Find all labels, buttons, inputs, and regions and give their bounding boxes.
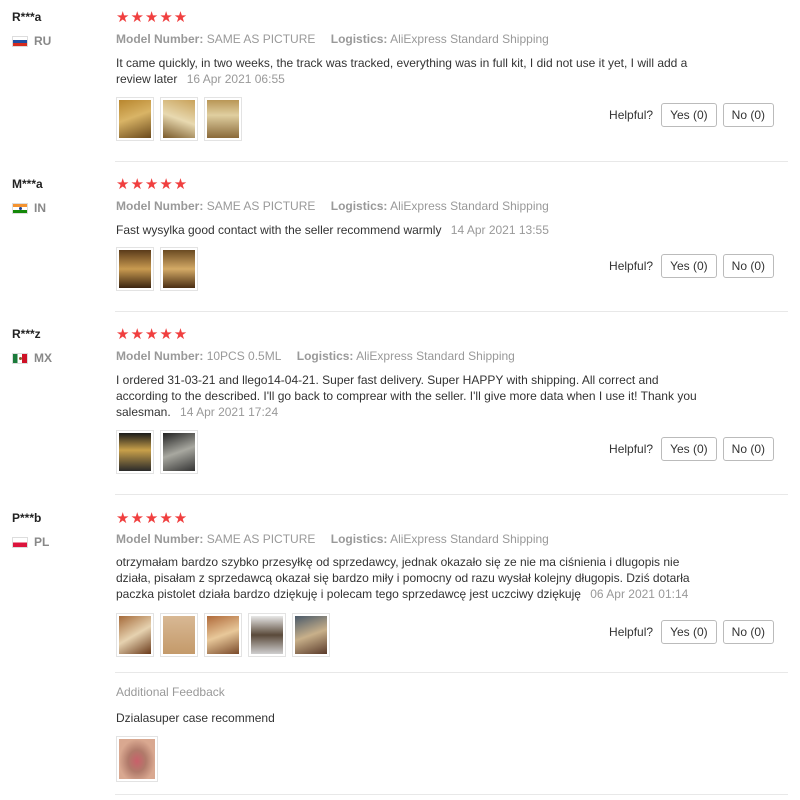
- logistics-label: Logistics:: [296, 349, 354, 363]
- helpful-label: Helpful?: [609, 108, 654, 122]
- model-number-label: Model Number:: [116, 199, 204, 213]
- review-date: 06 Apr 2021 01:14: [590, 587, 689, 601]
- helpful-no-button[interactable]: No (0): [722, 620, 774, 644]
- helpful-votes: Helpful? Yes (0) No (0): [609, 103, 774, 127]
- helpful-no-button[interactable]: No (0): [722, 103, 774, 127]
- review-photo[interactable]: [160, 247, 198, 291]
- logistics-label: Logistics:: [330, 32, 388, 46]
- review-photo[interactable]: [160, 97, 198, 141]
- india-flag-icon: [12, 202, 28, 214]
- reviewer-name: R***a: [12, 10, 42, 24]
- model-number-value: SAME AS PICTURE: [206, 199, 316, 213]
- reviewer-name: R***z: [12, 327, 41, 341]
- country-code: PL: [34, 535, 50, 549]
- reviewer-country: RU: [12, 34, 51, 48]
- model-number-value: SAME AS PICTURE: [206, 532, 316, 546]
- helpful-label: Helpful?: [609, 259, 654, 273]
- review-meta: Model Number: SAME AS PICTURE Logistics:…: [116, 199, 549, 213]
- review-photos: [116, 430, 198, 474]
- helpful-no-button[interactable]: No (0): [722, 254, 774, 278]
- rating-stars: ★★★★★: [116, 510, 189, 527]
- logistics-value: AliExpress Standard Shipping: [390, 199, 549, 213]
- rating-stars: ★★★★★: [116, 326, 189, 343]
- additional-feedback-title: Additional Feedback: [116, 685, 225, 699]
- additional-feedback-text: Dzialasuper case recommend: [116, 711, 275, 725]
- helpful-yes-button[interactable]: Yes (0): [661, 254, 717, 278]
- model-number-value: SAME AS PICTURE: [206, 32, 316, 46]
- logistics-value: AliExpress Standard Shipping: [390, 532, 549, 546]
- reviewer-country: IN: [12, 201, 46, 215]
- mexico-flag-icon: [12, 352, 28, 364]
- divider: [115, 494, 788, 495]
- review-photo[interactable]: [248, 613, 286, 657]
- helpful-votes: Helpful? Yes (0) No (0): [609, 254, 774, 278]
- review-date: 14 Apr 2021 13:55: [450, 223, 549, 237]
- helpful-votes: Helpful? Yes (0) No (0): [609, 620, 774, 644]
- review-photos: [116, 247, 198, 291]
- country-code: IN: [34, 201, 46, 215]
- country-code: MX: [34, 351, 52, 365]
- review-photo[interactable]: [292, 613, 330, 657]
- helpful-label: Helpful?: [609, 625, 654, 639]
- review-text: otrzymałam bardzo szybko przesyłkę od sp…: [116, 554, 706, 602]
- helpful-yes-button[interactable]: Yes (0): [661, 437, 717, 461]
- review-meta: Model Number: SAME AS PICTURE Logistics:…: [116, 532, 549, 546]
- review-meta: Model Number: 10PCS 0.5ML Logistics: Ali…: [116, 349, 515, 363]
- reviewer-country: PL: [12, 535, 49, 549]
- russia-flag-icon: [12, 35, 28, 47]
- helpful-yes-button[interactable]: Yes (0): [661, 103, 717, 127]
- review-meta: Model Number: SAME AS PICTURE Logistics:…: [116, 32, 549, 46]
- helpful-label: Helpful?: [609, 442, 654, 456]
- country-code: RU: [34, 34, 52, 48]
- model-number-label: Model Number:: [116, 532, 204, 546]
- review-photo[interactable]: [116, 97, 154, 141]
- reviewer-name: M***a: [12, 177, 43, 191]
- divider: [115, 672, 788, 673]
- poland-flag-icon: [12, 536, 28, 548]
- rating-stars: ★★★★★: [116, 9, 189, 26]
- divider: [115, 311, 788, 312]
- review-date: 14 Apr 2021 17:24: [180, 405, 279, 419]
- review-photo[interactable]: [116, 613, 154, 657]
- helpful-no-button[interactable]: No (0): [722, 437, 774, 461]
- divider: [115, 161, 788, 162]
- logistics-label: Logistics:: [330, 532, 388, 546]
- review-date: 16 Apr 2021 06:55: [186, 72, 285, 86]
- model-number-value: 10PCS 0.5ML: [206, 349, 282, 363]
- review-photo[interactable]: [116, 736, 158, 782]
- review-photo[interactable]: [160, 613, 198, 657]
- review-text: I ordered 31-03-21 and llego14-04-21. Su…: [116, 372, 706, 420]
- rating-stars: ★★★★★: [116, 176, 189, 193]
- review-text: It came quickly, in two weeks, the track…: [116, 55, 706, 87]
- review-photos: [116, 97, 242, 141]
- logistics-value: AliExpress Standard Shipping: [356, 349, 515, 363]
- logistics-value: AliExpress Standard Shipping: [390, 32, 549, 46]
- helpful-votes: Helpful? Yes (0) No (0): [609, 437, 774, 461]
- review-photo[interactable]: [160, 430, 198, 474]
- review-photo[interactable]: [204, 613, 242, 657]
- divider: [115, 794, 788, 795]
- helpful-yes-button[interactable]: Yes (0): [661, 620, 717, 644]
- model-number-label: Model Number:: [116, 32, 204, 46]
- logistics-label: Logistics:: [330, 199, 388, 213]
- reviewer-country: MX: [12, 351, 52, 365]
- model-number-label: Model Number:: [116, 349, 204, 363]
- review-photo[interactable]: [204, 97, 242, 141]
- additional-feedback-photos: [116, 736, 158, 782]
- review-text: Fast wysylka good contact with the selle…: [116, 222, 706, 238]
- reviewer-name: P***b: [12, 511, 42, 525]
- review-photos: [116, 613, 330, 657]
- review-body: Fast wysylka good contact with the selle…: [116, 223, 442, 237]
- review-photo[interactable]: [116, 247, 154, 291]
- review-photo[interactable]: [116, 430, 154, 474]
